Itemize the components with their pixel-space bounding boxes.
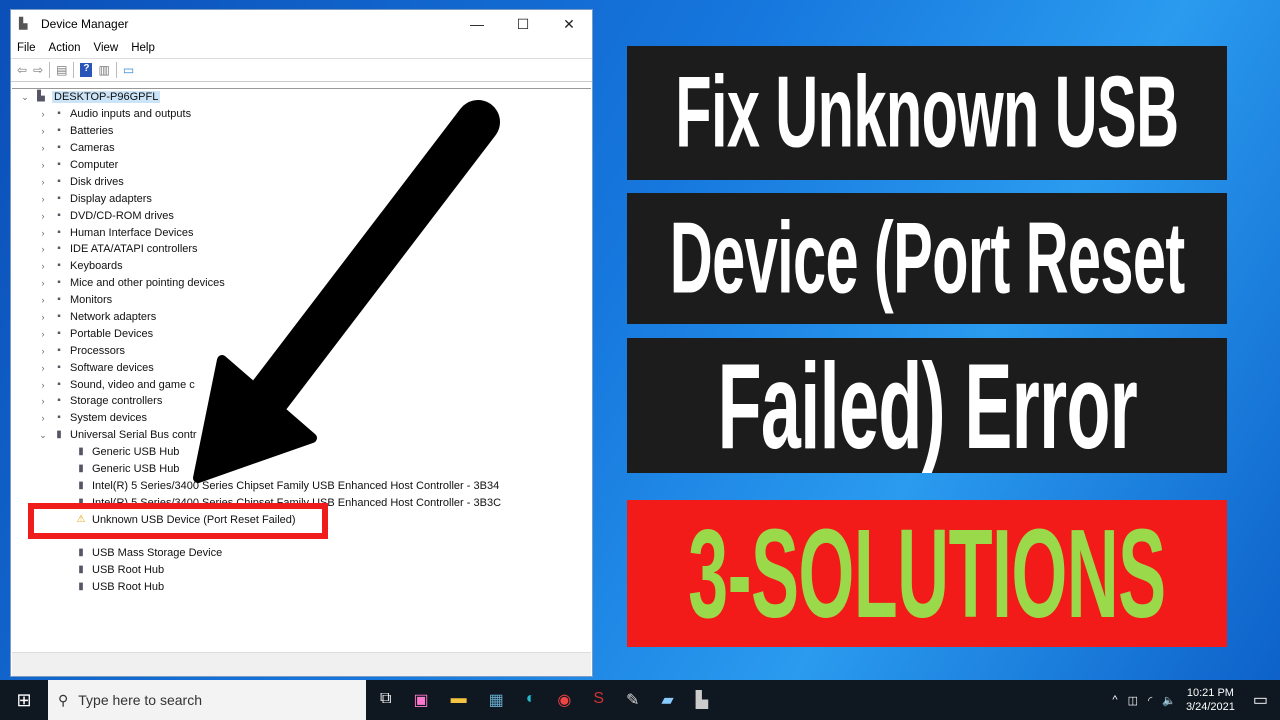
control-panel-icon[interactable]: ▦ bbox=[489, 690, 504, 710]
headline-panel-2: Device (Port Reset bbox=[627, 193, 1227, 324]
pointer-arrow bbox=[193, 100, 500, 483]
taskbar: ⊞ ⚲ Type here to search ⧉ ▣ ▬ ▦ ◐ ◉ S ✎ ▰… bbox=[0, 680, 1280, 720]
windows-start-icon[interactable]: ⊞ bbox=[0, 690, 48, 711]
store-icon[interactable]: ▣ bbox=[413, 690, 428, 710]
chrome-icon[interactable]: ◉ bbox=[557, 690, 571, 710]
arrow-shaft bbox=[240, 100, 500, 427]
volume-icon[interactable]: 🔈 bbox=[1162, 694, 1176, 707]
device-manager-taskbar-icon[interactable]: ▙ bbox=[696, 690, 708, 710]
paint-icon[interactable]: ✎ bbox=[626, 690, 639, 710]
headline-panel-3: Failed) Error bbox=[627, 338, 1227, 473]
clock[interactable]: 10:21 PM 3/24/2021 bbox=[1186, 686, 1235, 714]
search-icon: ⚲ bbox=[58, 691, 69, 708]
notifications-icon[interactable]: ▭ bbox=[1253, 690, 1268, 710]
wifi-icon[interactable]: ◜ bbox=[1148, 694, 1152, 707]
solutions-panel: 3-SOLUTIONS bbox=[627, 500, 1227, 647]
headline-panel-1: Fix Unknown USB bbox=[627, 46, 1227, 180]
file-explorer-icon[interactable]: ▬ bbox=[451, 690, 467, 710]
network-icon[interactable]: ◫ bbox=[1128, 694, 1138, 707]
taskbar-search[interactable]: ⚲ Type here to search bbox=[48, 680, 366, 720]
chevron-up-icon[interactable]: ^ bbox=[1112, 694, 1117, 706]
edge-icon[interactable]: ◐ bbox=[526, 690, 536, 710]
task-view-icon[interactable]: ⧉ bbox=[380, 690, 391, 710]
app-s-icon[interactable]: S bbox=[593, 690, 604, 710]
notes-icon[interactable]: ▰ bbox=[661, 690, 673, 710]
